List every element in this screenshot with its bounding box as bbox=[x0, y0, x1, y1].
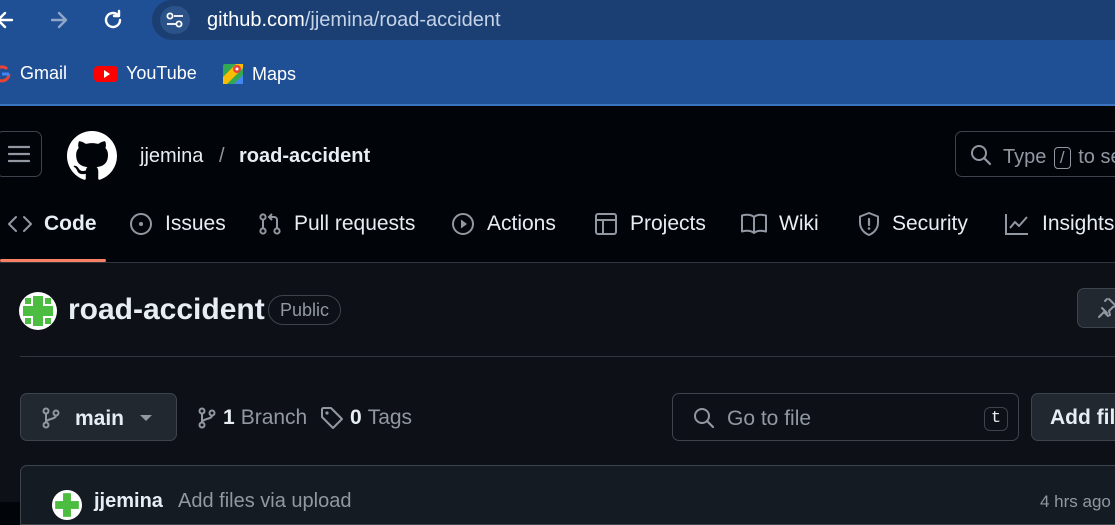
tab-label: Wiki bbox=[779, 212, 819, 235]
identicon-icon bbox=[52, 490, 82, 520]
search-prefix: Type bbox=[1003, 146, 1047, 168]
back-button[interactable] bbox=[0, 6, 20, 34]
caret-down-icon bbox=[140, 415, 152, 421]
tab-pull-requests[interactable]: Pull requests bbox=[258, 212, 415, 236]
play-icon bbox=[452, 213, 474, 235]
tab-insights[interactable]: Insights bbox=[1004, 212, 1114, 236]
tags-label: Tags bbox=[367, 406, 413, 429]
add-file-label: Add file bbox=[1050, 406, 1115, 429]
code-icon bbox=[8, 216, 32, 232]
tab-label: Security bbox=[892, 212, 968, 235]
youtube-icon bbox=[94, 65, 118, 82]
tag-icon bbox=[321, 407, 343, 429]
pull-request-icon bbox=[259, 213, 281, 235]
identicon-icon bbox=[19, 292, 57, 330]
pin-button[interactable] bbox=[1077, 288, 1115, 328]
menu-button[interactable] bbox=[0, 131, 42, 177]
breadcrumb-repo[interactable]: road-accident bbox=[239, 145, 370, 168]
tab-projects[interactable]: Projects bbox=[594, 212, 706, 236]
go-to-file-shortcut: t bbox=[984, 407, 1008, 431]
google-icon bbox=[0, 64, 11, 82]
github-header bbox=[0, 106, 1115, 263]
site-info-button[interactable] bbox=[160, 6, 190, 34]
tab-label: Code bbox=[44, 212, 97, 235]
go-to-file-input[interactable]: Go to file t bbox=[672, 393, 1019, 441]
commit-author-avatar[interactable] bbox=[52, 490, 82, 520]
tab-label: Insights bbox=[1042, 212, 1115, 235]
visibility-badge: Public bbox=[268, 295, 342, 325]
bookmark-label: YouTube bbox=[126, 63, 197, 83]
reload-button[interactable] bbox=[98, 6, 128, 34]
search-input[interactable]: Type / to se bbox=[955, 131, 1115, 177]
bookmark-label: Gmail bbox=[20, 63, 68, 83]
commit-time: 4 hrs ago bbox=[1040, 492, 1111, 511]
arrow-left-icon bbox=[0, 11, 14, 29]
tab-actions[interactable]: Actions bbox=[451, 212, 556, 236]
tab-label: Projects bbox=[630, 212, 706, 235]
selected-tab-indicator bbox=[0, 259, 106, 262]
search-icon bbox=[971, 145, 992, 166]
header-divider bbox=[20, 356, 1115, 357]
branch-selector[interactable]: main bbox=[20, 393, 177, 441]
tags-count: 0 bbox=[350, 406, 362, 429]
tab-security[interactable]: Security bbox=[858, 212, 968, 236]
add-file-button[interactable]: Add file bbox=[1031, 393, 1115, 441]
repo-title[interactable]: road-accident bbox=[68, 293, 265, 327]
reload-icon bbox=[104, 9, 122, 29]
go-to-file-placeholder: Go to file bbox=[727, 407, 812, 430]
url-path: /jjemina/road-accident bbox=[304, 9, 501, 31]
tags-link[interactable]: 0 Tags bbox=[320, 406, 412, 430]
pin-icon bbox=[1098, 298, 1115, 318]
forward-button[interactable] bbox=[44, 6, 74, 34]
search-placeholder: Type / to se bbox=[1003, 146, 1115, 169]
search-icon bbox=[694, 408, 715, 429]
tab-label: Issues bbox=[165, 212, 226, 235]
tab-label: Pull requests bbox=[294, 212, 416, 235]
hamburger-icon bbox=[8, 145, 30, 163]
github-logo[interactable] bbox=[67, 131, 117, 181]
github-mark-icon bbox=[67, 131, 117, 180]
address-url[interactable]: github.com/jjemina/road-accident bbox=[207, 9, 501, 32]
tab-code[interactable]: Code bbox=[8, 212, 97, 236]
branches-label: Branch bbox=[240, 406, 308, 429]
tab-wiki[interactable]: Wiki bbox=[741, 212, 819, 236]
branch-icon bbox=[198, 407, 216, 429]
search-suffix: to se bbox=[1078, 146, 1115, 168]
bookmark-gmail[interactable]: Gmail bbox=[0, 63, 67, 84]
shield-icon bbox=[859, 212, 879, 236]
book-icon bbox=[741, 213, 767, 234]
breadcrumb-separator: / bbox=[219, 145, 225, 167]
bookmark-maps[interactable]: Maps bbox=[222, 63, 296, 85]
arrow-right-icon bbox=[50, 11, 68, 29]
branches-count: 1 bbox=[223, 406, 235, 429]
branches-link[interactable]: 1 Branch bbox=[197, 406, 307, 430]
graph-icon bbox=[1005, 214, 1028, 235]
branch-name: main bbox=[75, 407, 125, 430]
issue-icon bbox=[130, 213, 152, 235]
repo-owner-avatar[interactable] bbox=[19, 292, 57, 330]
maps-icon bbox=[223, 64, 243, 84]
table-icon bbox=[595, 213, 617, 235]
tune-icon bbox=[166, 12, 183, 28]
tab-label: Actions bbox=[487, 212, 556, 235]
bookmark-label: Maps bbox=[252, 63, 297, 84]
breadcrumb-owner[interactable]: jjemina bbox=[140, 145, 203, 168]
search-shortcut-key: / bbox=[1053, 147, 1071, 169]
branch-icon bbox=[42, 407, 60, 429]
url-host: github.com bbox=[207, 9, 305, 31]
bookmark-youtube[interactable]: YouTube bbox=[94, 63, 197, 84]
tab-issues[interactable]: Issues bbox=[129, 212, 226, 236]
